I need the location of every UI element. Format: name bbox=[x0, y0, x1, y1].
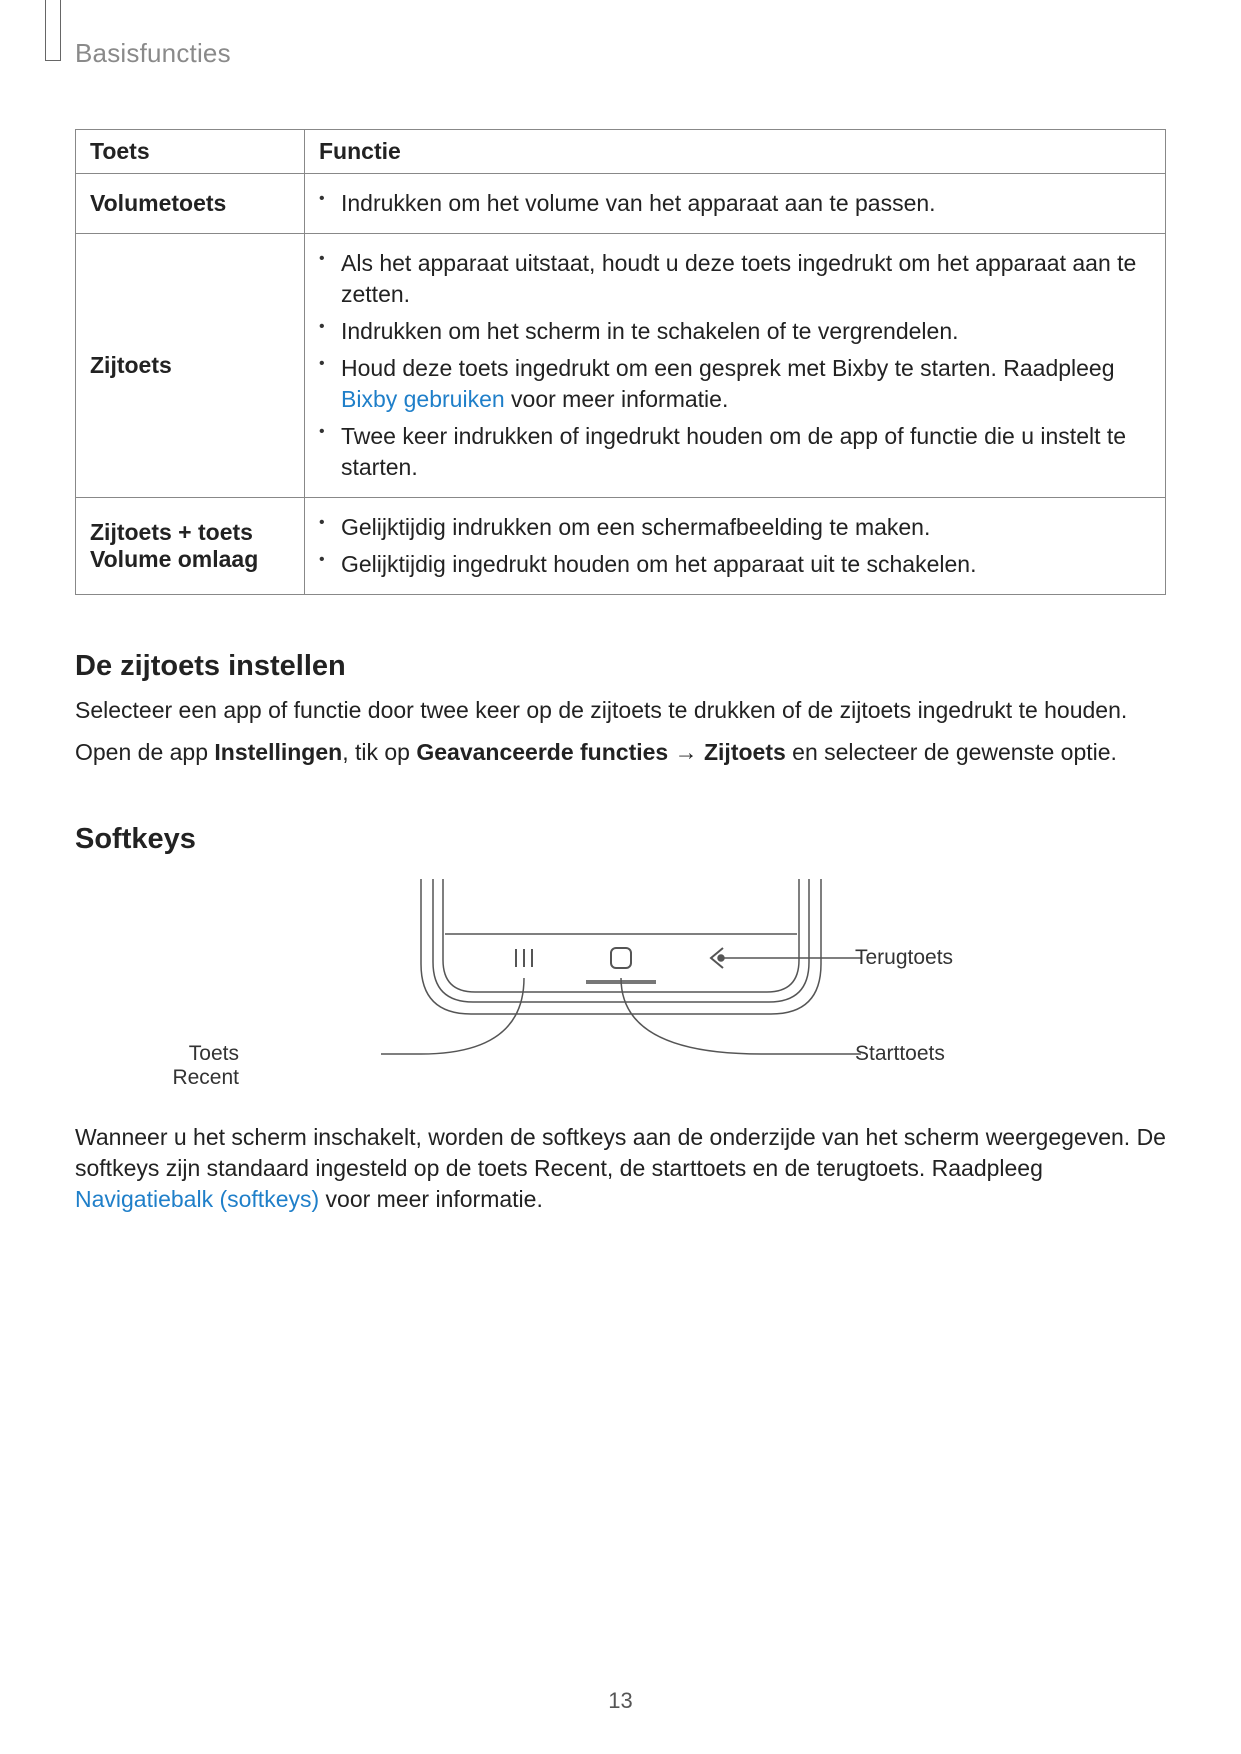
header-tab-mark bbox=[45, 0, 61, 61]
row-label-zijtoets: Zijtoets bbox=[76, 234, 305, 498]
softkeys-diagram: Terugtoets Starttoets Toets Recent bbox=[75, 874, 1166, 1114]
row-label-zijtoets-volume: Zijtoets + toets Volume omlaag bbox=[76, 498, 305, 595]
link-bixby[interactable]: Bixby gebruiken bbox=[341, 386, 505, 412]
list-item: Twee keer indrukken of ingedrukt houden … bbox=[319, 421, 1151, 483]
list-item: Als het apparaat uitstaat, houdt u deze … bbox=[319, 248, 1151, 310]
label-recent-key: Toets Recent bbox=[119, 1042, 239, 1090]
row-label-volumetoets: Volumetoets bbox=[76, 174, 305, 234]
table-row: Zijtoets + toets Volume omlaag Gelijktij… bbox=[76, 498, 1166, 595]
table-row: Volumetoets Indrukken om het volume van … bbox=[76, 174, 1166, 234]
breadcrumb: Basisfuncties bbox=[75, 38, 1166, 69]
list-item: Indrukken om het volume van het apparaat… bbox=[319, 188, 1151, 219]
keys-table: Toets Functie Volumetoets Indrukken om h… bbox=[75, 129, 1166, 595]
label-home-key: Starttoets bbox=[855, 1042, 945, 1066]
page-number: 13 bbox=[0, 1688, 1241, 1714]
table-header-toets: Toets bbox=[76, 130, 305, 174]
paragraph: Wanneer u het scherm inschakelt, worden … bbox=[75, 1122, 1166, 1215]
label-back-key: Terugtoets bbox=[855, 946, 953, 970]
heading-zijtoets-instellen: De zijtoets instellen bbox=[75, 650, 1166, 683]
link-navigatiebalk[interactable]: Navigatiebalk (softkeys) bbox=[75, 1186, 319, 1212]
list-item: Indrukken om het scherm in te schakelen … bbox=[319, 316, 1151, 347]
table-header-functie: Functie bbox=[305, 130, 1166, 174]
list-item: Gelijktijdig ingedrukt houden om het app… bbox=[319, 549, 1151, 580]
table-row: Zijtoets Als het apparaat uitstaat, houd… bbox=[76, 234, 1166, 498]
list-item: Gelijktijdig indrukken om een schermafbe… bbox=[319, 512, 1151, 543]
heading-softkeys: Softkeys bbox=[75, 823, 1166, 856]
paragraph: Selecteer een app of functie door twee k… bbox=[75, 695, 1166, 726]
list-item: Houd deze toets ingedrukt om een gesprek… bbox=[319, 353, 1151, 415]
paragraph: Open de app Instellingen, tik op Geavanc… bbox=[75, 737, 1166, 768]
